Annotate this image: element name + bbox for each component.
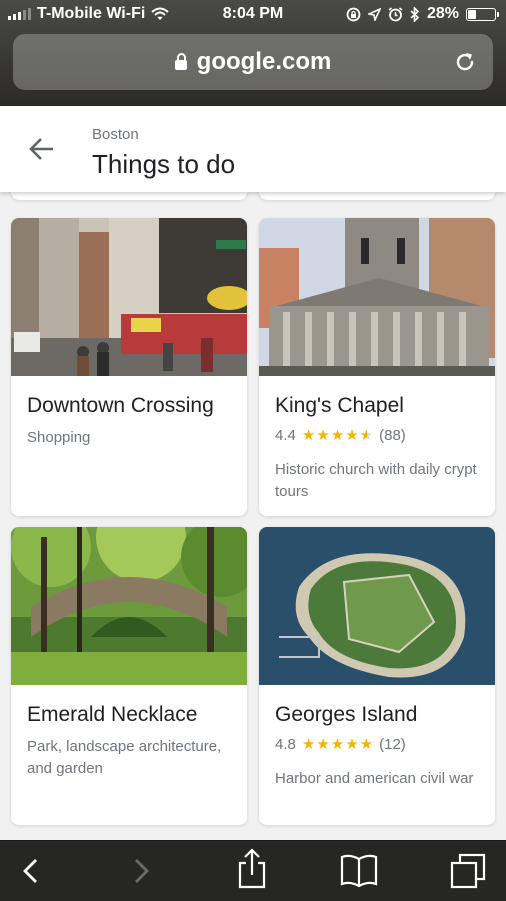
- star-icon: ★: [359, 736, 374, 753]
- browser-chrome: T-Mobile Wi-Fi 8:04 PM 28% google.com: [0, 0, 506, 106]
- star-icon: ★: [301, 736, 316, 753]
- place-card[interactable]: King's Chapel 4.4 ★ ★ ★ ★ ★ (88) Historic ch…: [259, 218, 495, 516]
- place-card[interactable]: Emerald Necklace Park, landscape archite…: [11, 527, 247, 825]
- battery-icon: [466, 7, 499, 21]
- review-count: (12): [379, 736, 406, 753]
- arrow-left-icon[interactable]: [28, 136, 56, 162]
- page-title: Things to do: [92, 149, 236, 179]
- rating-value: 4.8: [275, 736, 296, 753]
- status-right-group: 28%: [346, 5, 499, 23]
- address-bar[interactable]: google.com: [13, 34, 493, 90]
- url-text: google.com: [196, 48, 332, 75]
- star-rating: ★ ★ ★ ★ ★: [302, 737, 373, 752]
- lock-icon: [174, 53, 187, 70]
- star-icon: ★: [316, 427, 330, 444]
- star-rating: ★ ★ ★ ★ ★: [302, 428, 373, 443]
- star-icon: ★: [345, 736, 359, 753]
- place-category: Park, landscape architecture, and garden: [27, 738, 222, 777]
- star-icon: ★: [345, 427, 359, 444]
- previous-card-edge: [11, 192, 247, 200]
- star-icon: ★: [330, 427, 345, 444]
- place-name: King's Chapel: [275, 394, 404, 417]
- header-subtitle: Boston: [92, 126, 139, 143]
- rating-row: 4.4 ★ ★ ★ ★ ★ (88): [275, 427, 406, 444]
- previous-card-edge: [259, 192, 495, 200]
- url-display[interactable]: google.com: [174, 48, 332, 76]
- place-card[interactable]: Georges Island 4.8 ★ ★ ★ ★ ★ (12) Harbor and…: [259, 527, 495, 825]
- place-name: Emerald Necklace: [27, 703, 198, 726]
- place-photo-downtown-crossing: [11, 218, 247, 376]
- tabs-icon[interactable]: [450, 853, 486, 889]
- star-icon: ★: [301, 427, 316, 444]
- place-description: Historic church with daily crypt tours: [275, 461, 477, 500]
- place-name: Georges Island: [275, 703, 418, 726]
- rating-value: 4.4: [275, 427, 296, 444]
- bookmarks-icon[interactable]: [340, 853, 378, 887]
- status-bar: T-Mobile Wi-Fi 8:04 PM 28%: [0, 0, 506, 30]
- bluetooth-icon: [410, 6, 420, 22]
- star-icon: ★: [330, 736, 345, 753]
- place-photo-kings-chapel: [259, 218, 495, 376]
- review-count: (88): [379, 427, 406, 444]
- place-card[interactable]: Downtown Crossing Shopping: [11, 218, 247, 516]
- star-icon: ★: [316, 736, 330, 753]
- reload-icon[interactable]: [453, 50, 477, 74]
- place-description: Harbor and american civil war: [275, 770, 474, 787]
- share-icon[interactable]: [236, 847, 268, 889]
- place-photo-emerald-necklace: [11, 527, 247, 685]
- back-chevron-icon[interactable]: [20, 857, 42, 885]
- safari-toolbar: [0, 840, 506, 901]
- place-photo-georges-island: [259, 527, 495, 685]
- place-name: Downtown Crossing: [27, 394, 214, 417]
- place-category: Shopping: [27, 429, 91, 446]
- star-icon: ★: [359, 427, 374, 444]
- alarm-icon: [388, 6, 403, 21]
- location-arrow-icon: [367, 7, 381, 21]
- rating-row: 4.8 ★ ★ ★ ★ ★ (12): [275, 736, 406, 753]
- results-grid: Downtown Crossing Shopping King's Chapel…: [0, 192, 506, 840]
- app-header: Boston Things to do: [0, 106, 506, 192]
- screen-lock-icon: [346, 7, 361, 21]
- battery-percent: 28%: [426, 5, 459, 22]
- forward-chevron-icon[interactable]: [130, 857, 152, 885]
